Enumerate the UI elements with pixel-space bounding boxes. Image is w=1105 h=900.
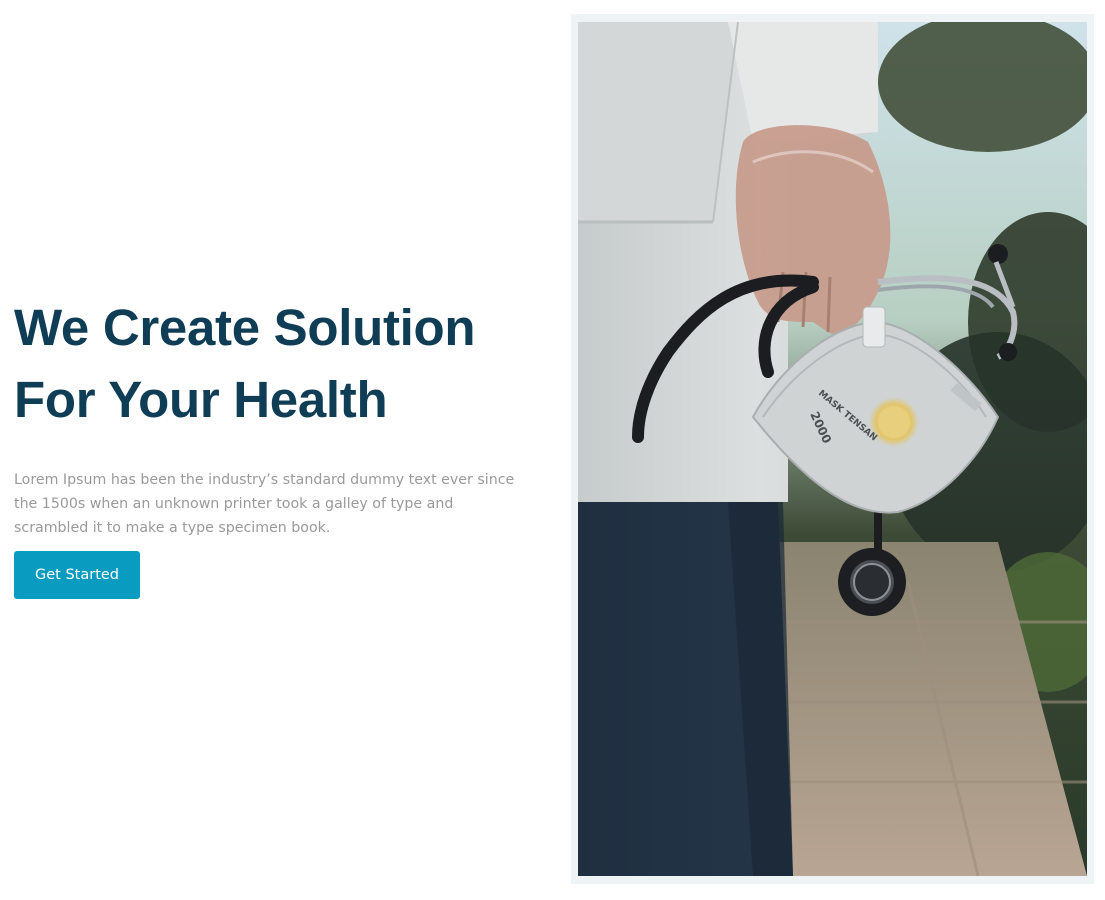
hero-description: Lorem Ipsum has been the industry’s stan…: [14, 472, 515, 536]
hero-text-block: We Create Solution For Your Health Lorem…: [14, 292, 534, 599]
hero-title-line-1: We Create Solution: [14, 299, 476, 356]
get-started-button[interactable]: Get Started: [14, 551, 140, 599]
hero-section: We Create Solution For Your Health Lorem…: [0, 0, 1105, 900]
hero-title: We Create Solution For Your Health: [14, 292, 534, 436]
doctor-holding-stethoscope-and-mask-photo: MASK TENSAN 2000: [578, 22, 1087, 876]
hero-image-frame: MASK TENSAN 2000: [571, 14, 1094, 884]
hero-title-line-2: For Your Health: [14, 371, 388, 428]
